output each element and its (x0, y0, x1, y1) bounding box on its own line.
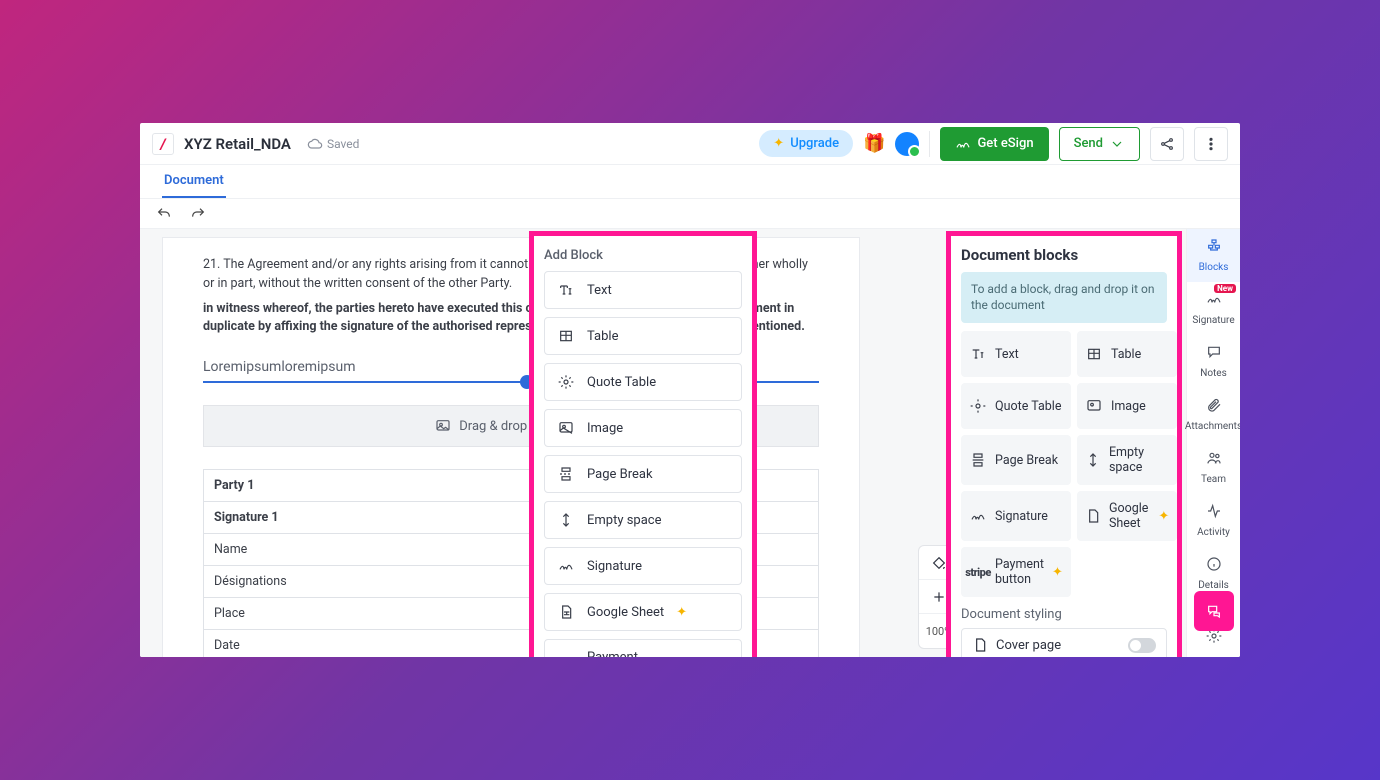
table-icon (557, 328, 575, 344)
block-option-signature[interactable]: Signature (544, 547, 742, 585)
chat-fab[interactable] (1194, 591, 1234, 631)
sheet-icon (557, 604, 575, 620)
top-bar: / XYZ Retail_NDA Saved ✦ Upgrade 🎁 Get e… (140, 123, 1240, 165)
team-icon (1206, 450, 1222, 470)
upgrade-button[interactable]: ✦ Upgrade (759, 130, 853, 157)
gear-icon (557, 374, 575, 390)
add-block-title: Add Block (544, 248, 742, 263)
cover-page-row: Cover page (961, 628, 1167, 657)
paint-bucket-icon (931, 555, 947, 571)
chat-icon (1206, 603, 1222, 619)
block-card-text[interactable]: Text (961, 331, 1071, 377)
styling-section-label: Document styling (961, 607, 1167, 622)
redo-button[interactable] (190, 206, 206, 222)
paperclip-icon (1206, 397, 1222, 417)
panel-title: Document blocks (961, 246, 1167, 264)
tabs-row: Document (140, 165, 1240, 199)
page-icon (972, 637, 988, 653)
send-button[interactable]: Send (1059, 127, 1140, 161)
image-icon (435, 418, 451, 434)
block-option-quote-table[interactable]: Quote Table (544, 363, 742, 401)
plus-icon (931, 589, 947, 605)
user-avatar[interactable] (895, 132, 919, 156)
stripe-icon: stripe (969, 566, 987, 579)
chevron-down-icon (1109, 136, 1125, 152)
page-break-icon (557, 466, 575, 482)
block-card-table[interactable]: Table (1077, 331, 1177, 377)
block-card-quote-table[interactable]: Quote Table (961, 383, 1071, 429)
chat-icon (1206, 344, 1222, 364)
text-icon (557, 282, 575, 298)
signature-icon (1206, 291, 1222, 311)
block-option-image[interactable]: Image (544, 409, 742, 447)
logo-icon: / (152, 133, 174, 155)
block-card-payment-button[interactable]: stripePayment button✦ (961, 547, 1071, 597)
rail-attachments[interactable]: Attachments (1187, 388, 1240, 441)
signature-icon (969, 508, 987, 524)
block-option-text[interactable]: Text (544, 271, 742, 309)
rail-signature[interactable]: NewSignature (1187, 282, 1240, 335)
image-icon (1085, 398, 1103, 414)
vertical-resize-icon (1085, 452, 1101, 468)
table-icon (1085, 346, 1103, 362)
share-icon (1159, 136, 1175, 152)
gear-icon (1206, 628, 1222, 648)
share-button[interactable] (1150, 127, 1184, 161)
document-title: XYZ Retail_NDA (184, 135, 291, 153)
app-frame: / XYZ Retail_NDA Saved ✦ Upgrade 🎁 Get e… (140, 123, 1240, 657)
block-card-signature[interactable]: Signature (961, 491, 1071, 541)
block-card-image[interactable]: Image (1077, 383, 1177, 429)
image-icon (557, 420, 575, 436)
gift-icon[interactable]: 🎁 (863, 133, 885, 154)
sparkle-icon: ✦ (773, 136, 784, 151)
new-badge: New (1214, 284, 1236, 293)
sheet-icon (1085, 508, 1101, 524)
vertical-resize-icon (557, 512, 575, 528)
info-icon (1206, 556, 1222, 576)
sparkle-icon: ✦ (1052, 565, 1063, 580)
main-area: 21. The Agreement and/or any rights aris… (140, 229, 1240, 657)
block-option-table[interactable]: Table (544, 317, 742, 355)
rail-notes[interactable]: Notes (1187, 335, 1240, 388)
undo-button[interactable] (156, 206, 172, 222)
block-card-google-sheet[interactable]: Google Sheet✦ (1077, 491, 1177, 541)
more-button[interactable] (1194, 127, 1228, 161)
text-icon (969, 346, 987, 362)
activity-icon (1206, 503, 1222, 523)
document-blocks-panel: Document blocks To add a block, drag and… (946, 231, 1182, 657)
block-option-empty-space[interactable]: Empty space (544, 501, 742, 539)
more-vertical-icon (1203, 136, 1219, 152)
rail-activity[interactable]: Activity (1187, 494, 1240, 547)
signature-icon (557, 558, 575, 574)
saved-indicator: Saved (307, 136, 359, 152)
blocks-icon (1206, 238, 1222, 258)
sparkle-icon: ✦ (1158, 509, 1169, 524)
block-card-empty-space[interactable]: Empty space (1077, 435, 1177, 485)
cloud-icon (307, 136, 323, 152)
block-option-google-sheet[interactable]: Google Sheet✦ (544, 593, 742, 631)
page-break-icon (969, 452, 987, 468)
panel-hint: To add a block, drag and drop it on the … (961, 272, 1167, 323)
signature-icon (955, 136, 971, 152)
rail-blocks[interactable]: Blocks (1187, 229, 1240, 282)
sparkle-icon: ✦ (676, 605, 687, 620)
get-esign-button[interactable]: Get eSign (940, 127, 1048, 161)
gear-icon (969, 398, 987, 414)
cover-page-toggle[interactable] (1128, 638, 1156, 653)
rail-team[interactable]: Team (1187, 441, 1240, 494)
block-option-payment-button[interactable]: stripePayment button✦New (544, 639, 742, 657)
add-block-popover: Add Block Text Table Quote Table Image P… (529, 231, 757, 657)
tab-document[interactable]: Document (162, 165, 226, 198)
block-option-page-break[interactable]: Page Break (544, 455, 742, 493)
toolstrip (140, 199, 1240, 229)
block-card-page-break[interactable]: Page Break (961, 435, 1071, 485)
